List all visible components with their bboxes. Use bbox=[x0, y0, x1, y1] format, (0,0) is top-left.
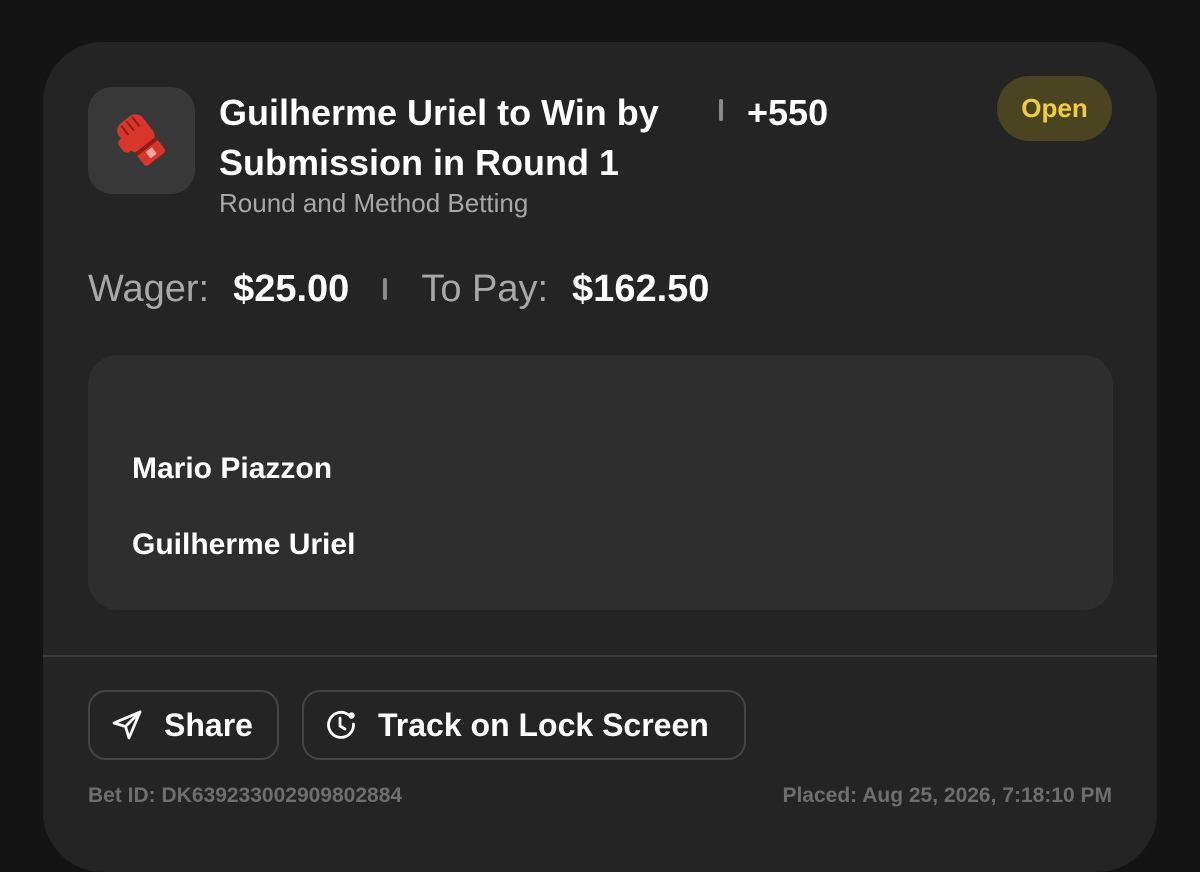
money-row: Wager: $25.00 To Pay: $162.50 bbox=[88, 264, 709, 314]
money-separator bbox=[383, 278, 388, 300]
divider bbox=[43, 655, 1157, 657]
wager-label: Wager: bbox=[88, 268, 210, 310]
track-on-lock-screen-button[interactable]: Track on Lock Screen bbox=[302, 690, 746, 760]
wager-value: $25.00 bbox=[233, 268, 350, 310]
send-icon bbox=[110, 708, 144, 742]
fighter-name-1: Mario Piazzon bbox=[132, 452, 333, 485]
mma-glove-icon bbox=[116, 113, 165, 166]
share-label: Share bbox=[164, 706, 253, 743]
odds-separator bbox=[719, 99, 723, 121]
matchup-panel[interactable]: Mario Piazzon Guilherme Uriel bbox=[88, 355, 1113, 610]
track-label: Track on Lock Screen bbox=[378, 706, 709, 743]
bet-market: Round and Method Betting bbox=[219, 188, 529, 218]
bet-title: Guilherme Uriel to Win by Submission in … bbox=[219, 92, 659, 183]
to-pay-label: To Pay: bbox=[421, 268, 549, 310]
bet-id: Bet ID: DK639233002909802884 bbox=[88, 784, 403, 807]
bet-card: Guilherme Uriel to Win by Submission in … bbox=[43, 42, 1157, 872]
sport-icon-tile bbox=[88, 87, 195, 194]
status-badge: Open bbox=[997, 76, 1112, 141]
placed-timestamp: Placed: Aug 25, 2026, 7:18:10 PM bbox=[782, 784, 1112, 807]
bet-odds: +550 bbox=[747, 92, 829, 133]
lock-screen-tracker-icon bbox=[324, 708, 358, 742]
share-button[interactable]: Share bbox=[88, 690, 279, 760]
to-pay-value: $162.50 bbox=[572, 268, 710, 310]
fighter-name-2: Guilherme Uriel bbox=[132, 528, 356, 561]
